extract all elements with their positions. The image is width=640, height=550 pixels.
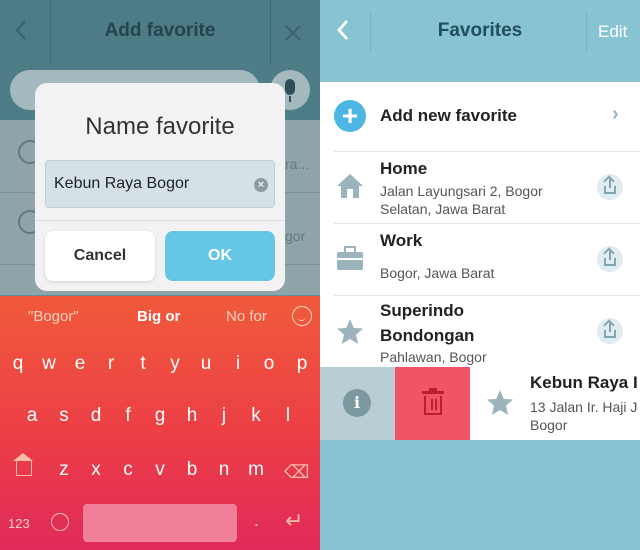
add-new-favorite-label: Add new favorite [380, 106, 517, 125]
plus-icon: + [334, 100, 366, 132]
favorite-item-kebun-raya[interactable]: Kebun Raya I 13 Jalan Ir. Haji J Bogor [470, 367, 640, 440]
suggestion-3[interactable]: No for [226, 308, 267, 325]
favorite-address: Selatan, Jawa Barat [380, 201, 506, 217]
key[interactable]: z [50, 454, 78, 486]
favorites-screen: Favorites Edit + Add new favorite › Home… [320, 0, 640, 550]
period-key[interactable]: . [254, 510, 259, 531]
key[interactable]: s [50, 400, 78, 432]
favorite-name: Work [380, 231, 423, 250]
key[interactable]: b [178, 454, 206, 486]
add-favorite-header: Add favorite [0, 0, 320, 64]
favorite-name: Superindo [380, 301, 465, 320]
history-item-text: ra... [285, 156, 310, 172]
favorite-address: Pahlawan, Bogor [380, 349, 487, 365]
key[interactable]: c [114, 454, 142, 486]
add-favorite-screen: Add favorite ra... gor Name favorite Keb… [0, 0, 320, 550]
swiped-favorite-row: i Kebun Raya I 13 Jalan Ir. Haji J Bogor [320, 367, 640, 440]
key[interactable]: u [192, 348, 220, 380]
ok-button[interactable]: OK [165, 231, 275, 281]
favorite-address: Jalan Layungsari 2, Bogor [380, 183, 543, 199]
favorite-item-superindo[interactable]: Superindo Bondongan Pahlawan, Bogor [320, 296, 640, 367]
key[interactable]: t [129, 348, 157, 380]
favorites-header: Favorites Edit [320, 0, 640, 64]
suggestion-2[interactable]: Big or [137, 308, 180, 325]
suggestion-1[interactable]: "Bogor" [28, 308, 79, 325]
key[interactable]: h [178, 400, 206, 432]
keyboard: "Bogor" Big or No for q w e r t y u i o … [0, 296, 320, 550]
key[interactable]: l [274, 400, 302, 432]
dialog-title: Name favorite [85, 113, 235, 140]
header-divider [270, 0, 271, 64]
shift-icon[interactable] [13, 453, 33, 476]
key[interactable]: x [82, 454, 110, 486]
favorite-name: Bondongan [380, 326, 475, 345]
key[interactable]: e [66, 348, 94, 380]
key[interactable]: n [210, 454, 238, 486]
key[interactable]: p [288, 348, 316, 380]
key[interactable]: y [161, 348, 189, 380]
favorite-item-home[interactable]: Home Jalan Layungsari 2, Bogor Selatan, … [320, 152, 640, 222]
history-item-text: gor [285, 228, 306, 244]
header-divider [586, 12, 587, 52]
info-button[interactable]: i [320, 367, 395, 440]
page-title: Favorites [437, 20, 523, 41]
chevron-right-icon: › [612, 103, 619, 125]
dialog-divider [35, 220, 285, 221]
briefcase-icon [336, 246, 364, 277]
favorite-address: 13 Jalan Ir. Haji J [530, 399, 638, 415]
favorite-address: Bogor [530, 417, 568, 433]
key[interactable]: i [224, 348, 252, 380]
backspace-icon[interactable]: ⌫ [284, 462, 309, 483]
space-bar[interactable] [83, 504, 237, 542]
page-title: Add favorite [104, 20, 216, 41]
favorite-name-input[interactable]: Kebun Raya Bogor × [45, 160, 275, 208]
key[interactable]: q [4, 348, 32, 380]
star-icon [336, 318, 364, 351]
share-icon[interactable] [597, 174, 623, 200]
info-icon: i [343, 389, 371, 417]
favorite-address: Bogor, Jawa Barat [380, 265, 495, 281]
key[interactable]: k [242, 400, 270, 432]
favorite-item-work[interactable]: Work Bogor, Jawa Barat [320, 224, 640, 294]
clear-icon[interactable]: × [254, 178, 268, 192]
key[interactable]: r [97, 348, 125, 380]
home-icon [336, 172, 364, 205]
input-value: Kebun Raya Bogor [54, 175, 190, 192]
empty-area [320, 440, 640, 550]
emoji-key-icon[interactable] [51, 513, 69, 531]
favorite-name: Home [380, 159, 428, 178]
share-icon[interactable] [597, 246, 623, 272]
star-icon [486, 389, 514, 422]
edit-button[interactable]: Edit [598, 22, 627, 42]
key[interactable]: o [255, 348, 283, 380]
key[interactable]: g [146, 400, 174, 432]
key[interactable]: v [146, 454, 174, 486]
key[interactable]: j [210, 400, 238, 432]
return-icon[interactable]: ↵ [285, 508, 303, 534]
key[interactable]: w [35, 348, 63, 380]
key[interactable]: d [82, 400, 110, 432]
favorite-name: Kebun Raya I [530, 373, 638, 392]
key[interactable]: f [114, 400, 142, 432]
key[interactable]: a [18, 400, 46, 432]
trash-icon [422, 388, 444, 417]
key[interactable]: m [242, 454, 270, 486]
delete-button[interactable] [395, 367, 470, 440]
share-icon[interactable] [597, 318, 623, 344]
cancel-button[interactable]: Cancel [45, 231, 155, 281]
emoji-icon[interactable] [292, 306, 312, 326]
numbers-key[interactable]: 123 [8, 516, 30, 531]
add-new-favorite-row[interactable]: + Add new favorite › [320, 82, 640, 150]
name-favorite-dialog: Name favorite Kebun Raya Bogor × Cancel … [35, 83, 285, 291]
